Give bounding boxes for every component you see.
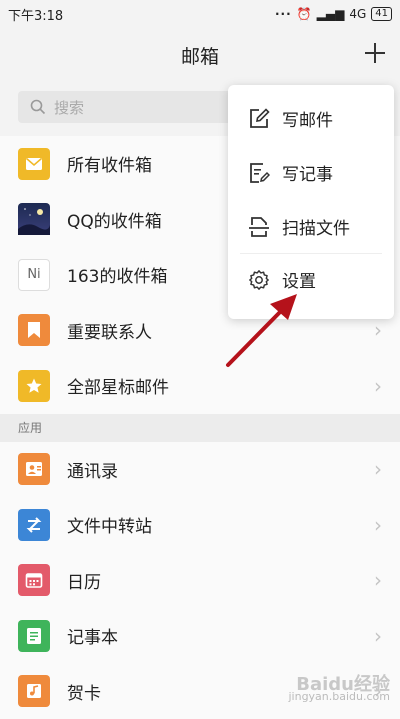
chevron-right-icon: › (374, 513, 382, 537)
menu-item-write-note[interactable]: 写记事 (228, 146, 394, 199)
menu-item-compose[interactable]: 写邮件 (228, 92, 394, 145)
mailbox-label: QQ的收件箱 (67, 207, 162, 232)
mail-icon (18, 148, 50, 180)
mailbox-label: 所有收件箱 (67, 151, 152, 176)
add-popup-menu: 写邮件 写记事 扫描文件 设置 (228, 85, 394, 319)
calendar-icon (18, 564, 50, 596)
battery-icon: 41 (371, 7, 392, 21)
app-header: 邮箱 (0, 28, 400, 80)
app-calendar[interactable]: 日历 › (0, 553, 400, 609)
menu-item-label: 写邮件 (282, 106, 333, 131)
app-label: 通讯录 (67, 457, 118, 482)
note-icon (248, 162, 270, 184)
plus-icon (364, 42, 386, 64)
apps-section-header: 应用 (0, 414, 400, 442)
app-file-transfer[interactable]: 文件中转站 › (0, 497, 400, 553)
chevron-right-icon: › (374, 374, 382, 398)
menu-item-label: 设置 (282, 267, 316, 292)
chevron-right-icon: › (374, 568, 382, 592)
notebook-icon (18, 620, 50, 652)
add-button[interactable] (364, 36, 386, 69)
chevron-right-icon: › (374, 624, 382, 648)
status-bar: 下午3:18 ··· ⏰ ▂▄▆ 4G 41 (0, 0, 400, 28)
menu-item-scan-file[interactable]: 扫描文件 (228, 200, 394, 253)
app-label: 日历 (67, 568, 101, 593)
ni-icon: Ni (18, 259, 50, 291)
chevron-right-icon: › (374, 318, 382, 342)
contacts-icon (18, 453, 50, 485)
gear-icon (248, 269, 270, 291)
watermark: Baidu经验 jingyan.baidu.com (288, 679, 390, 703)
qq-avatar-icon (18, 203, 50, 235)
mailbox-starred[interactable]: 全部星标邮件 › (0, 358, 400, 414)
watermark-url: jingyan.baidu.com (288, 691, 390, 703)
search-placeholder: 搜索 (54, 97, 84, 118)
compose-icon (248, 108, 270, 130)
network-type: 4G (349, 7, 366, 21)
menu-item-label: 写记事 (282, 160, 333, 185)
app-label: 记事本 (67, 623, 118, 648)
mailbox-label: 163的收件箱 (67, 262, 167, 287)
bookmark-icon (18, 314, 50, 346)
app-notebook[interactable]: 记事本 › (0, 608, 400, 664)
status-time: 下午3:18 (8, 5, 63, 24)
page-title: 邮箱 (0, 42, 400, 69)
app-label: 贺卡 (67, 679, 101, 704)
mailbox-label: 全部星标邮件 (67, 373, 169, 398)
star-icon (18, 370, 50, 402)
notification-dots-icon: ··· (275, 7, 292, 21)
signal-icon: ▂▄▆ (317, 7, 345, 21)
menu-item-label: 扫描文件 (282, 214, 350, 239)
scan-icon (248, 216, 270, 238)
search-icon (30, 99, 46, 115)
mailbox-label: 重要联系人 (67, 318, 152, 343)
transfer-icon (18, 509, 50, 541)
status-icons: ··· ⏰ ▂▄▆ 4G 41 (275, 7, 392, 21)
alarm-icon: ⏰ (297, 7, 312, 21)
menu-item-settings[interactable]: 设置 (228, 253, 394, 306)
app-contacts[interactable]: 通讯录 › (0, 442, 400, 498)
card-icon (18, 675, 50, 707)
chevron-right-icon: › (374, 457, 382, 481)
app-label: 文件中转站 (67, 512, 152, 537)
